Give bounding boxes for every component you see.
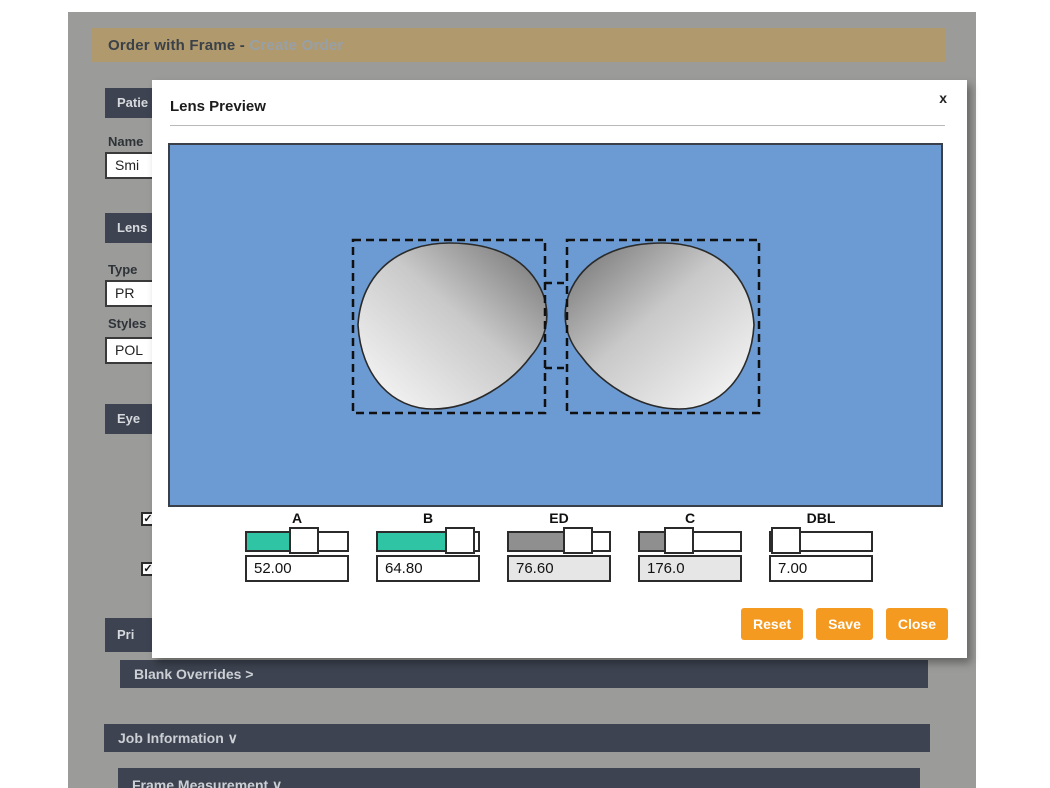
frame-measurement-bar[interactable]: Frame Measurement ∨: [118, 768, 920, 788]
dialog-buttons: Reset Save Close: [741, 608, 948, 640]
slider-fill-ed: [509, 533, 564, 550]
slider-group-b: B: [376, 510, 480, 590]
slider-track-dbl[interactable]: [769, 531, 873, 552]
slider-label-ed: ED: [507, 510, 611, 528]
slider-label-c: C: [638, 510, 742, 528]
job-information-bar[interactable]: Job Information ∨: [104, 724, 930, 752]
type-label: Type: [108, 262, 137, 277]
slider-track-ed[interactable]: [507, 531, 611, 552]
slider-group-c: C: [638, 510, 742, 590]
page-title: Order with Frame -: [108, 37, 249, 54]
right-lens-shape: [565, 243, 754, 409]
slider-label-b: B: [376, 510, 480, 528]
slider-track-c[interactable]: [638, 531, 742, 552]
slider-fill-c: [640, 533, 665, 550]
measurement-sliders-row: A B ED C DBL: [245, 510, 873, 590]
slider-label-a: A: [245, 510, 349, 528]
slider-value-input-dbl[interactable]: [769, 555, 873, 582]
slider-group-a: A: [245, 510, 349, 590]
slider-value-input-c[interactable]: [638, 555, 742, 582]
slider-group-ed: ED: [507, 510, 611, 590]
slider-value-input-a[interactable]: [245, 555, 349, 582]
slider-thumb-dbl[interactable]: [771, 527, 801, 554]
slider-label-dbl: DBL: [769, 510, 873, 528]
slider-thumb-ed[interactable]: [563, 527, 593, 554]
screen: Order with Frame - Create Order Patie Na…: [0, 0, 1050, 788]
title-divider: [170, 125, 945, 126]
slider-track-a[interactable]: [245, 531, 349, 552]
slider-thumb-b[interactable]: [445, 527, 475, 554]
dialog-title: Lens Preview: [170, 98, 266, 115]
close-button[interactable]: Close: [886, 608, 948, 640]
blank-overrides-bar[interactable]: Blank Overrides >: [120, 660, 928, 688]
lens-preview-canvas: [168, 143, 943, 507]
slider-fill-b: [378, 533, 446, 550]
left-lens-shape: [358, 243, 547, 409]
styles-label: Styles: [108, 316, 146, 331]
slider-thumb-c[interactable]: [664, 527, 694, 554]
slider-fill-a: [247, 533, 290, 550]
close-icon[interactable]: x: [939, 90, 947, 106]
lens-preview-drawing: [170, 145, 941, 505]
page-title-bar: Order with Frame - Create Order: [92, 28, 945, 62]
reset-button[interactable]: Reset: [741, 608, 803, 640]
name-label: Name: [108, 134, 143, 149]
save-button[interactable]: Save: [816, 608, 873, 640]
slider-thumb-a[interactable]: [289, 527, 319, 554]
lens-preview-dialog: Lens Preview x: [152, 80, 967, 658]
slider-value-input-ed[interactable]: [507, 555, 611, 582]
slider-track-b[interactable]: [376, 531, 480, 552]
slider-value-input-b[interactable]: [376, 555, 480, 582]
page-subtitle: Create Order: [249, 37, 343, 54]
slider-group-dbl: DBL: [769, 510, 873, 590]
